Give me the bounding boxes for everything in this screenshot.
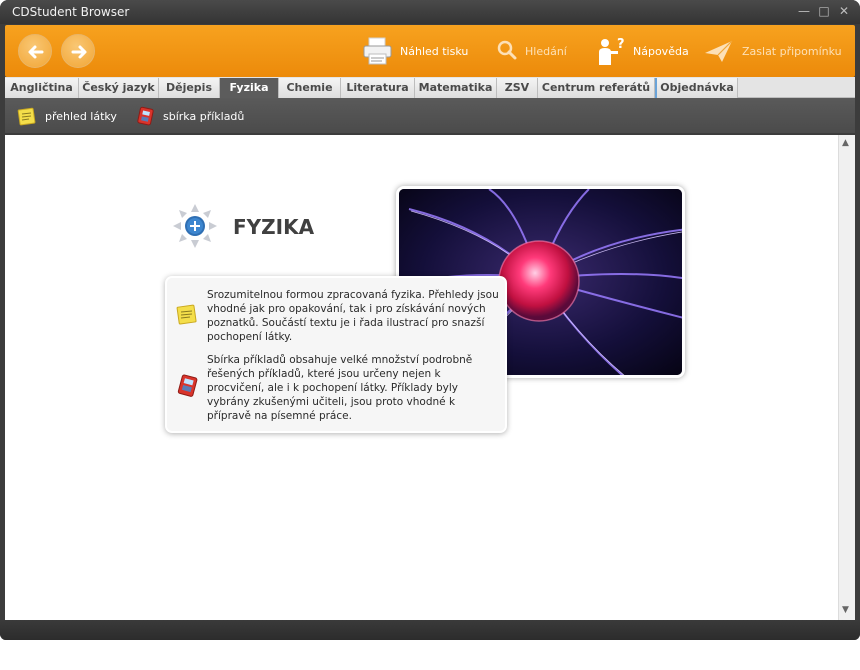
compass-arrows-icon — [172, 203, 218, 249]
back-button[interactable] — [18, 34, 52, 68]
title-bar: CDStudent Browser — □ ✕ — [0, 0, 860, 24]
tab-chemie[interactable]: Chemie — [279, 78, 341, 98]
search-button[interactable]: Hledání — [495, 35, 567, 67]
tab-literatura[interactable]: Literatura — [341, 78, 415, 98]
notepad-icon — [17, 106, 37, 126]
tab-dejepis[interactable]: Dějepis — [159, 78, 220, 98]
page-title: FYZIKA — [233, 215, 315, 239]
notepad-icon — [175, 302, 199, 326]
calculator-icon — [175, 374, 199, 398]
description-exercises: Sbírka příkladů obsahuje velké množství … — [207, 354, 473, 422]
app-window: CDStudent Browser — □ ✕ Náhled tisku Hle… — [0, 0, 860, 640]
bottom-frame — [0, 620, 860, 640]
tab-objednavka[interactable]: Objednávka — [655, 78, 738, 98]
forward-button[interactable] — [61, 34, 95, 68]
content-area: FYZIKA Srozumitelnou formou zpracovaná f… — [5, 135, 838, 620]
info-box: Srozumitelnou formou zpracovaná fyzika. … — [165, 276, 507, 433]
scroll-down-icon[interactable]: ▼ — [842, 605, 849, 615]
tab-anglictina[interactable]: Angličtina — [5, 78, 79, 98]
paper-plane-icon — [702, 35, 738, 67]
vertical-scrollbar[interactable]: ▲ ▼ — [838, 135, 855, 620]
send-feedback-button[interactable]: Zaslat připomínku — [702, 35, 842, 67]
subject-tabs: Angličtina Český jazyk Dějepis Fyzika Ch… — [5, 77, 855, 98]
tab-matematika[interactable]: Matematika — [415, 78, 497, 98]
scroll-up-icon[interactable]: ▲ — [842, 138, 849, 148]
subnav-sbirka-prikladu[interactable]: sbírka příkladů — [135, 106, 244, 126]
tab-fyzika[interactable]: Fyzika — [220, 78, 279, 98]
print-preview-label: Náhled tisku — [400, 44, 469, 58]
subnav-sbirka-label: sbírka příkladů — [163, 109, 245, 123]
section-subnav: přehled látky sbírka příkladů — [5, 98, 855, 133]
search-label: Hledání — [525, 44, 567, 58]
window-title: CDStudent Browser — [12, 5, 130, 19]
tab-cesky-jazyk[interactable]: Český jazyk — [79, 78, 159, 98]
arrow-left-icon — [28, 45, 44, 59]
main-toolbar: Náhled tisku Hledání ? Nápověda Zaslat p… — [5, 25, 855, 77]
tab-centrum-referatu[interactable]: Centrum referátů — [538, 78, 655, 98]
subnav-prehled-label: přehled látky — [45, 109, 117, 123]
maximize-icon[interactable]: □ — [817, 4, 831, 18]
search-icon — [495, 35, 521, 67]
calculator-icon — [135, 106, 155, 126]
description-overview: Srozumitelnou formou zpracovaná fyzika. … — [207, 289, 499, 343]
tab-zsv[interactable]: ZSV — [497, 78, 538, 98]
svg-text:?: ? — [617, 37, 625, 52]
close-icon[interactable]: ✕ — [837, 4, 851, 18]
printer-icon — [360, 35, 396, 67]
help-button[interactable]: ? Nápověda — [593, 35, 689, 67]
subnav-prehled-latky[interactable]: přehled látky — [17, 106, 117, 126]
help-label: Nápověda — [633, 44, 689, 58]
minimize-icon[interactable]: — — [797, 4, 811, 18]
help-person-icon: ? — [593, 35, 629, 67]
print-preview-button[interactable]: Náhled tisku — [360, 35, 468, 67]
arrow-right-icon — [71, 45, 87, 59]
send-feedback-label: Zaslat připomínku — [742, 44, 842, 58]
